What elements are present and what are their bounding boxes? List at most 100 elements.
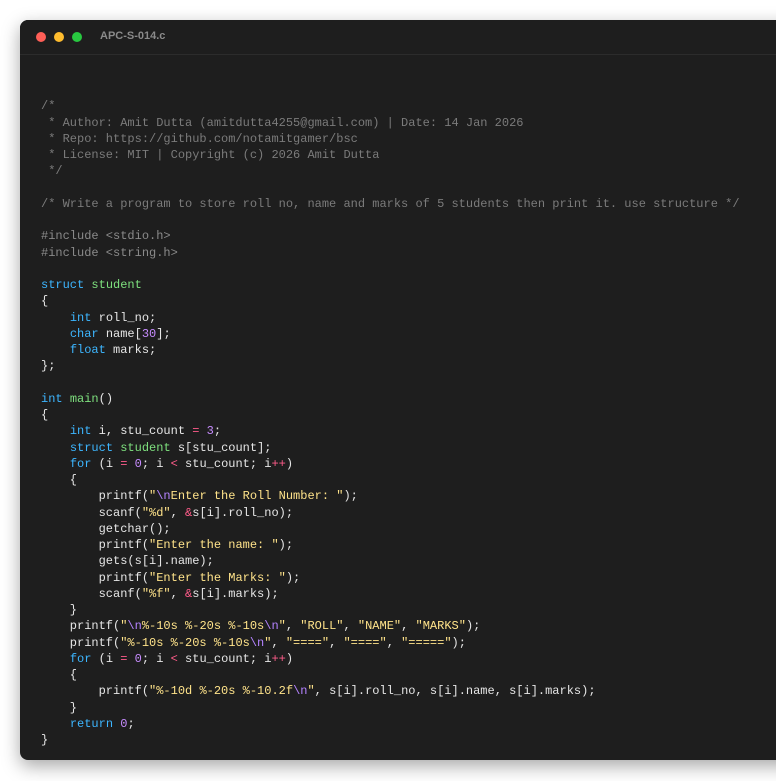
- code-line: int roll_no;: [41, 310, 740, 326]
- code-token: ; i: [141, 651, 171, 666]
- code-token: ; i: [141, 456, 171, 471]
- code-token: );: [465, 619, 481, 634]
- code-token: main: [69, 391, 99, 406]
- code-token: printf(: [41, 619, 121, 634]
- code-token: int: [41, 391, 63, 406]
- code-token: {: [41, 473, 78, 487]
- code-line: /*: [41, 98, 740, 114]
- code-line: }: [41, 732, 740, 748]
- code-token: ];: [156, 326, 171, 341]
- close-window-button[interactable]: [36, 32, 46, 42]
- code-token: ;: [127, 716, 135, 731]
- code-token: ++: [271, 651, 286, 666]
- code-token: struct: [41, 278, 85, 292]
- code-token: };: [41, 359, 56, 374]
- code-line: scanf("%f", &s[i].marks);: [41, 586, 740, 602]
- code-token: ,: [343, 619, 358, 634]
- code-line: };: [41, 358, 740, 374]
- code-token: "====": [285, 635, 330, 650]
- code-token: gets(s[i].name);: [41, 554, 214, 569]
- code-token: );: [278, 538, 294, 552]
- code-token: ": [278, 619, 286, 634]
- code-token: {: [41, 408, 49, 422]
- code-token: ,: [170, 586, 186, 601]
- code-token: ): [285, 651, 294, 666]
- code-token: ;: [213, 424, 222, 439]
- code-token: ": [307, 684, 315, 699]
- code-token: * Author: Amit Dutta (amitdutta4255@gmai…: [41, 115, 524, 130]
- code-token: ,: [170, 505, 186, 520]
- code-token: }: [41, 603, 78, 617]
- code-token: \n: [156, 489, 171, 504]
- code-token: "Enter the Marks: ": [149, 570, 286, 585]
- code-token: "%-10s %-20s %-10s: [120, 635, 250, 650]
- code-token: );: [343, 489, 358, 504]
- code-token: 0: [134, 651, 142, 666]
- code-token: printf(: [41, 684, 150, 699]
- title-bar: APC-S-014.c: [20, 20, 776, 55]
- code-token: char: [69, 326, 99, 341]
- code-token: 0: [134, 456, 142, 471]
- code-token: "=====": [401, 635, 452, 650]
- code-token: s[i].roll_no);: [192, 505, 294, 520]
- code-line: printf("\n%-10s %-20s %-10s\n", "ROLL", …: [41, 618, 740, 634]
- code-line: printf("Enter the Marks: ");: [41, 570, 740, 586]
- code-token: 30: [141, 326, 157, 341]
- code-token: stu_count; i: [177, 456, 272, 471]
- code-token: student: [91, 278, 142, 292]
- code-token: printf(: [41, 635, 121, 650]
- maximize-window-button[interactable]: [72, 32, 82, 42]
- code-token: getchar();: [41, 521, 171, 536]
- code-line: for (i = 0; i < stu_count; i++): [41, 651, 740, 667]
- code-token: \n: [293, 684, 308, 699]
- code-token: ): [285, 456, 294, 471]
- code-token: s[stu_count];: [170, 440, 272, 455]
- code-token: printf(: [41, 570, 150, 585]
- code-line: {: [41, 667, 740, 683]
- code-token: roll_no;: [91, 310, 157, 325]
- code-line: struct student s[stu_count];: [41, 440, 740, 456]
- code-token: ++: [271, 456, 286, 471]
- code-token: #include <string.h>: [41, 245, 178, 260]
- code-token: %-10s %-20s %-10s: [141, 619, 265, 634]
- code-line: #include <stdio.h>: [41, 228, 740, 244]
- code-token: #include <stdio.h>: [41, 229, 171, 244]
- code-editor[interactable]: /* * Author: Amit Dutta (amitdutta4255@g…: [41, 82, 740, 748]
- code-token: student: [120, 440, 171, 455]
- window-title: APC-S-014.c: [100, 30, 166, 42]
- code-token: <: [170, 651, 178, 666]
- code-line: float marks;: [41, 342, 740, 358]
- code-token: s[i].marks);: [192, 586, 279, 601]
- minimize-window-button[interactable]: [54, 32, 64, 42]
- code-line: {: [41, 472, 740, 488]
- code-token: int: [69, 424, 92, 439]
- code-token: (i: [91, 456, 121, 471]
- code-token: ,: [329, 635, 344, 650]
- code-token: "NAME": [357, 619, 402, 634]
- code-token: );: [451, 635, 466, 650]
- code-token: for: [69, 651, 92, 666]
- code-line: * Repo: https://github.com/notamitgamer/…: [41, 131, 740, 147]
- code-token: marks;: [105, 343, 157, 357]
- code-token: return: [69, 716, 114, 731]
- code-line: gets(s[i].name);: [41, 553, 740, 569]
- code-token: "%d": [141, 505, 171, 520]
- code-line: getchar();: [41, 521, 740, 537]
- code-token: ,: [285, 619, 301, 634]
- code-line: int i, stu_count = 3;: [41, 423, 740, 439]
- code-line: #include <string.h>: [41, 245, 740, 261]
- code-token: struct: [69, 440, 114, 455]
